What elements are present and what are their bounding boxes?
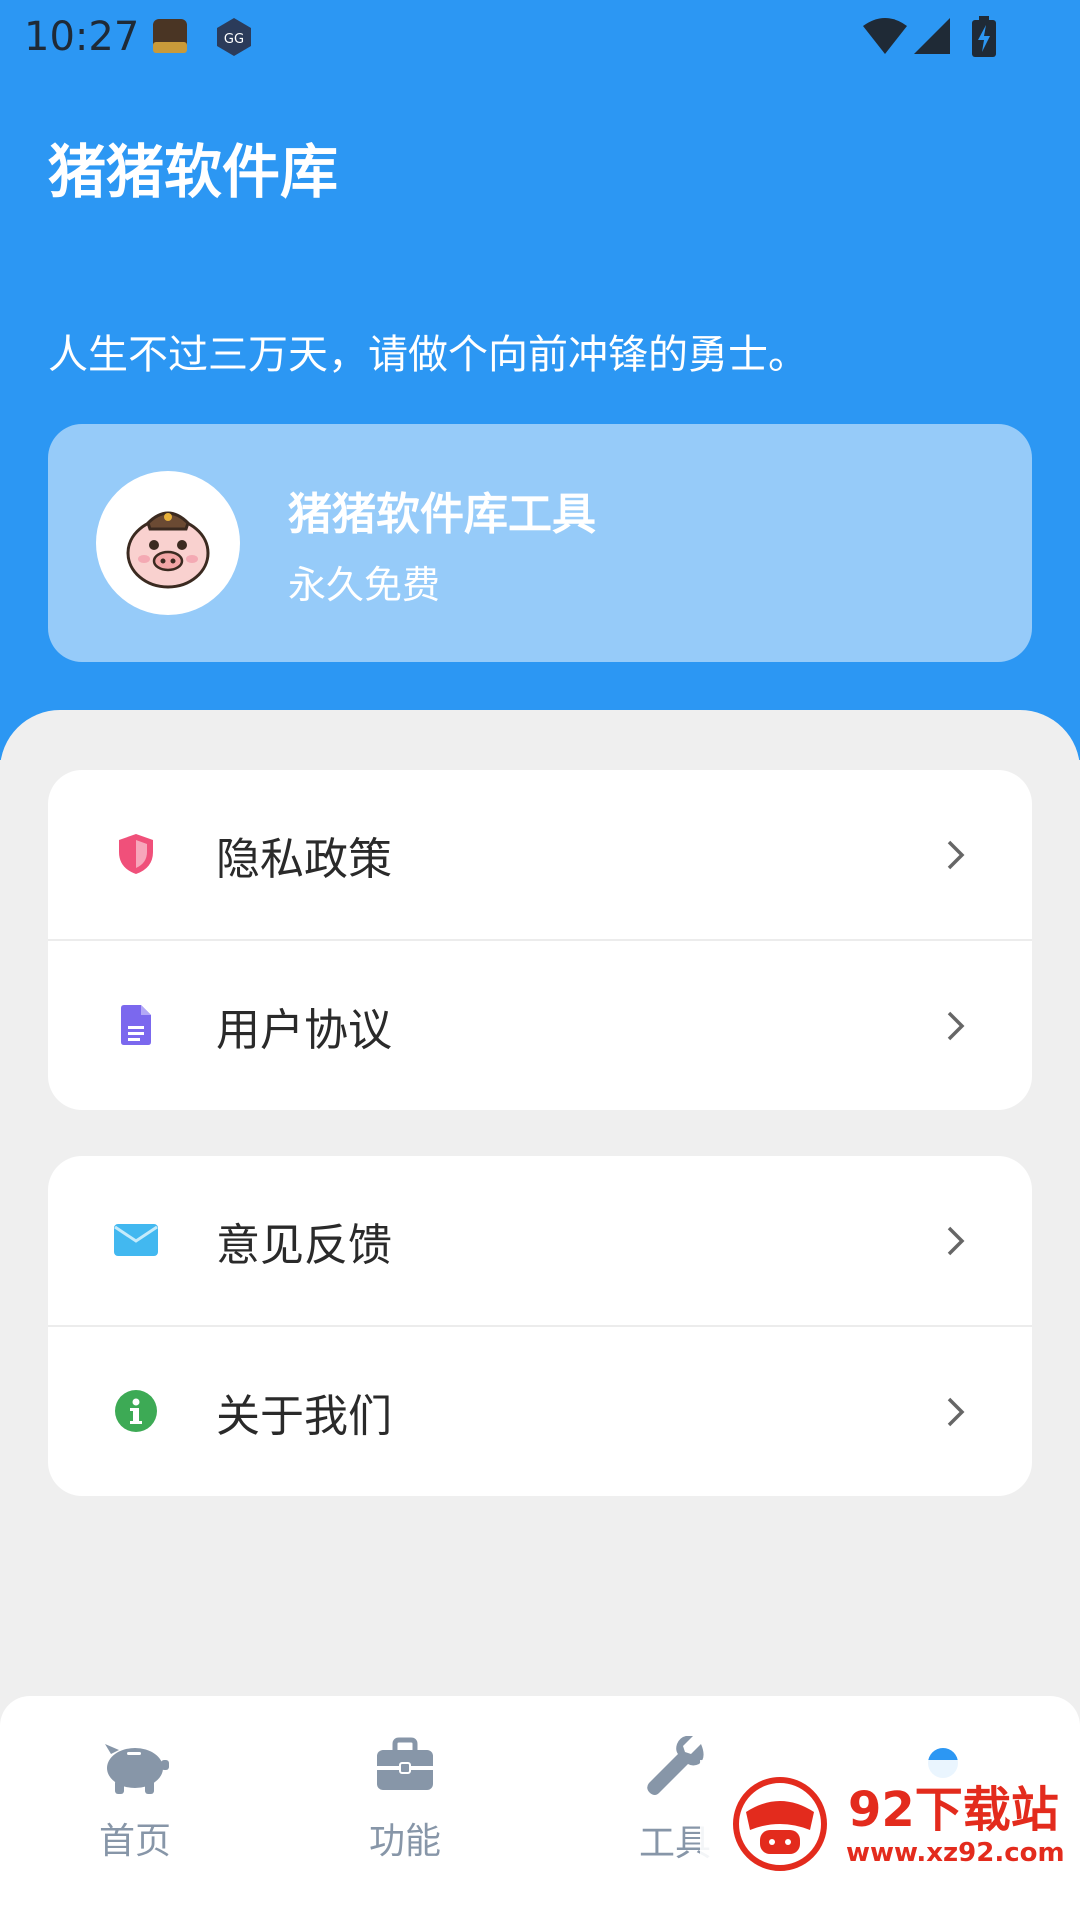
wifi-icon bbox=[862, 16, 908, 60]
shield-icon bbox=[112, 830, 160, 878]
chevron-right-icon bbox=[938, 1009, 972, 1043]
document-icon bbox=[112, 1001, 160, 1049]
watermark: 92下载站 www.xz92.com bbox=[700, 1760, 1080, 1920]
tab-home-label: 首页 bbox=[98, 1821, 171, 1862]
status-time: 10:27 bbox=[24, 14, 140, 60]
menu-item-feedback[interactable]: 意见反馈 bbox=[48, 1156, 1032, 1325]
page-title: 猪猪软件库 bbox=[48, 138, 339, 206]
watermark-logo-icon bbox=[733, 1777, 827, 1871]
menu-item-label: 关于我们 bbox=[216, 1390, 392, 1442]
tab-features-label: 功能 bbox=[368, 1821, 441, 1862]
slogan-text: 人生不过三万天，请做个向前冲锋的勇士。 bbox=[48, 332, 808, 378]
content-panel: 隐私政策 用户协议 意见反馈 关于我们 bbox=[0, 710, 1080, 1710]
avatar bbox=[96, 471, 240, 615]
chevron-right-icon bbox=[938, 1395, 972, 1429]
chevron-right-icon bbox=[938, 1224, 972, 1258]
header: 10:27 GG 猪猪软件库 人生不过三万天，请做个向前冲锋的勇士。 猪猪软件库… bbox=[0, 0, 1080, 760]
menu-item-label: 用户协议 bbox=[216, 1004, 392, 1056]
game-guardian-icon: GG bbox=[214, 16, 254, 62]
menu-item-about-us[interactable]: 关于我们 bbox=[48, 1325, 1032, 1496]
menu-item-label: 隐私政策 bbox=[216, 833, 392, 885]
mail-icon bbox=[112, 1216, 160, 1264]
battery-charging-icon bbox=[970, 16, 998, 62]
watermark-url: www.xz92.com bbox=[846, 1838, 1065, 1868]
wrench-icon bbox=[647, 1735, 704, 1795]
info-icon bbox=[112, 1387, 160, 1435]
cellular-signal-icon bbox=[912, 16, 952, 60]
card-title: 猪猪软件库工具 bbox=[288, 489, 596, 540]
watermark-name: 92下载站 bbox=[848, 1782, 1059, 1838]
tab-home[interactable]: 首页 bbox=[35, 1736, 235, 1864]
card-subtitle: 永久免费 bbox=[288, 563, 441, 607]
svg-text:GG: GG bbox=[224, 32, 244, 47]
profile-card[interactable]: 猪猪软件库工具 永久免费 bbox=[48, 424, 1032, 662]
chevron-right-icon bbox=[938, 838, 972, 872]
status-bar: 10:27 GG bbox=[0, 0, 1080, 75]
app-notification-icon bbox=[150, 16, 190, 60]
menu-group-legal: 隐私政策 用户协议 bbox=[48, 770, 1032, 1110]
menu-group-support: 意见反馈 关于我们 bbox=[48, 1156, 1032, 1496]
pig-avatar-icon bbox=[126, 511, 210, 589]
toolbox-icon bbox=[377, 1737, 433, 1790]
menu-item-label: 意见反馈 bbox=[216, 1219, 392, 1271]
menu-item-user-agreement[interactable]: 用户协议 bbox=[48, 939, 1032, 1110]
piggy-bank-icon bbox=[105, 1744, 169, 1794]
tab-features[interactable]: 功能 bbox=[305, 1736, 505, 1864]
menu-item-privacy-policy[interactable]: 隐私政策 bbox=[48, 770, 1032, 939]
